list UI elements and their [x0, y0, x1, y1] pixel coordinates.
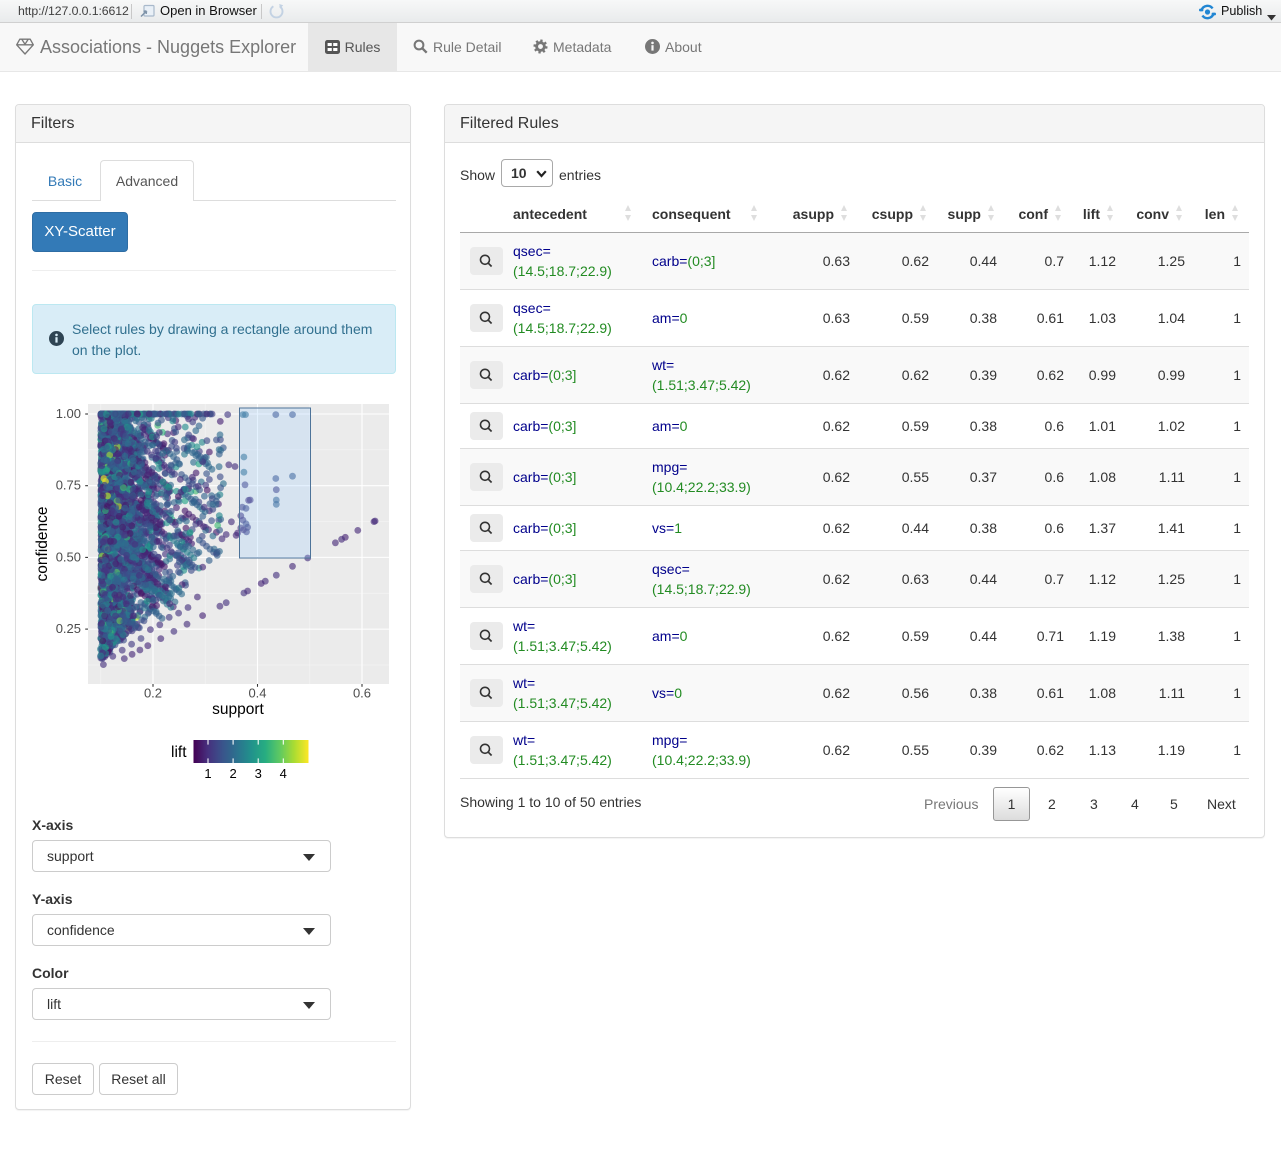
svg-text:support: support	[212, 701, 264, 718]
svg-text:1.00: 1.00	[56, 406, 81, 421]
svg-text:0.75: 0.75	[56, 478, 81, 493]
svg-text:4: 4	[280, 766, 287, 781]
svg-text:0.2: 0.2	[144, 686, 162, 701]
svg-text:2: 2	[229, 766, 236, 781]
svg-text:0.50: 0.50	[56, 549, 81, 564]
svg-text:1: 1	[204, 766, 211, 781]
svg-text:3: 3	[255, 766, 262, 781]
svg-text:0.25: 0.25	[56, 621, 81, 636]
svg-text:0.6: 0.6	[353, 686, 371, 701]
svg-text:confidence: confidence	[34, 507, 51, 582]
svg-text:0.4: 0.4	[248, 686, 266, 701]
svg-text:lift: lift	[171, 744, 187, 761]
